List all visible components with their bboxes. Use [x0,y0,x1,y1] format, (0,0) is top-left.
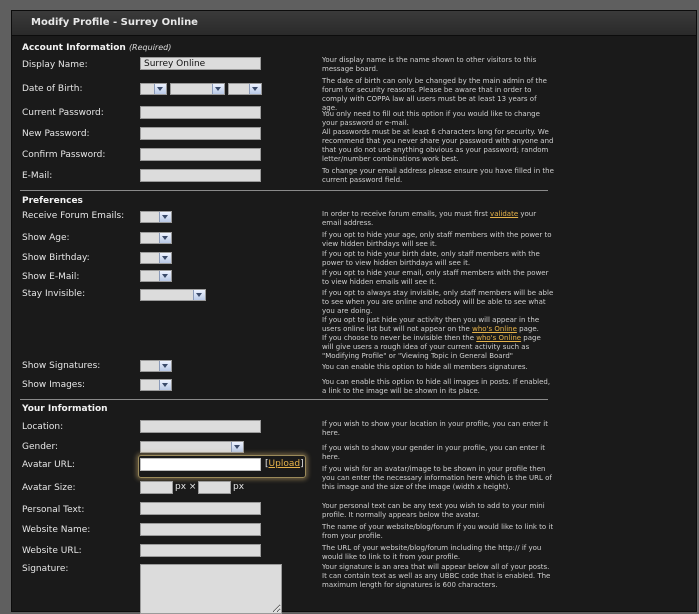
show-images-label: Show Images: [22,380,86,390]
website-url-input[interactable] [140,544,261,557]
upload-link[interactable]: Upload [269,459,301,469]
validate-link[interactable]: validate [490,210,518,218]
dob-day-select[interactable] [170,83,225,95]
dob-year-select[interactable] [228,83,262,95]
display-name-help: Your display name is the name shown to o… [322,56,537,73]
avatar-width-input[interactable] [140,481,173,494]
divider [20,190,548,191]
signature-textarea[interactable] [140,564,282,614]
whos-online-link-2[interactable]: who's Online [476,334,521,342]
website-url-help: The URL of your website/blog/forum inclu… [322,544,542,561]
email-help: To change your email address please ensu… [322,167,554,184]
dob-label: Date of Birth: [22,84,83,94]
receive-emails-help: In order to receive forum emails, you mu… [322,210,537,227]
new-password-label: New Password: [22,129,90,139]
gender-select[interactable] [140,441,244,453]
chevron-down-icon [159,233,171,243]
px-by-label: px × [175,482,197,492]
website-name-help: The name of your website/blog/forum if y… [322,523,554,540]
chevron-down-icon [159,212,171,222]
section-account-title: Account Information (Required) [22,43,172,53]
section-info-title: Your Information [22,404,108,414]
chevron-down-icon [193,290,205,300]
stay-invisible-select[interactable] [140,289,206,301]
px-label: px [233,482,245,492]
show-images-help: You can enable this option to hide all i… [322,378,551,395]
upload-control: [Upload] [265,459,304,469]
chevron-down-icon [159,253,171,263]
dob-month-select[interactable] [140,83,167,95]
receive-emails-label: Receive Forum Emails: [22,211,125,221]
current-password-input[interactable] [140,106,261,119]
required-note: (Required) [128,43,172,52]
section-preferences-title: Preferences [22,196,83,206]
profile-panel: Modify Profile - Surrey Online Account I… [11,10,697,614]
gender-label: Gender: [22,442,59,452]
signature-label: Signature: [22,564,69,574]
show-signatures-select[interactable] [140,360,172,372]
dob-help: The date of birth can only be changed by… [322,77,547,112]
website-name-input[interactable] [140,523,261,536]
gender-help: If you wish to show your gender in your … [322,444,545,461]
avatar-url-help: If you wish for an avatar/image to be sh… [322,465,552,491]
location-input[interactable] [140,420,261,433]
show-email-select[interactable] [140,270,172,282]
avatar-url-input[interactable] [140,458,261,471]
confirm-password-input[interactable] [140,148,261,161]
show-email-help: If you opt to hide your email, only staf… [322,269,549,286]
avatar-size-label: Avatar Size: [22,483,76,493]
stay-invisible-label: Stay Invisible: [22,289,86,299]
receive-emails-select[interactable] [140,211,172,223]
website-url-label: Website URL: [22,546,82,556]
location-label: Location: [22,422,64,432]
personal-text-label: Personal Text: [22,505,85,515]
chevron-down-icon [159,271,171,281]
divider [20,399,548,400]
show-age-label: Show Age: [22,233,70,243]
chevron-down-icon [249,84,261,94]
location-help: If you wish to show your location in you… [322,420,548,437]
confirm-password-label: Confirm Password: [22,150,106,160]
new-password-input[interactable] [140,127,261,140]
whos-online-link[interactable]: who's Online [472,325,517,333]
email-input[interactable] [140,169,261,182]
chevron-down-icon [154,84,166,94]
current-password-label: Current Password: [22,108,104,118]
avatar-height-input[interactable] [198,481,231,494]
signature-help: Your signature is an area that will appe… [322,563,551,589]
show-age-help: If you opt to hide your age, only staff … [322,231,552,248]
show-email-label: Show E-Mail: [22,272,80,282]
website-name-label: Website Name: [22,525,91,535]
show-signatures-help: You can enable this option to hide all m… [322,363,528,371]
chevron-down-icon [231,442,243,452]
stay-invisible-help: If you opt to always stay invisible, onl… [322,289,554,360]
show-age-select[interactable] [140,232,172,244]
display-name-input[interactable] [140,57,261,70]
current-password-help: You only need to fill out this option if… [322,110,540,127]
page-title: Modify Profile - Surrey Online [31,17,198,28]
chevron-down-icon [159,380,171,390]
email-label: E-Mail: [22,171,53,181]
new-password-help: All passwords must be at least 6 charact… [322,128,554,163]
show-birthday-help: If you opt to hide your birth date, only… [322,250,540,267]
display-name-label: Display Name: [22,60,88,70]
avatar-url-label: Avatar URL: [22,460,75,470]
chevron-down-icon [212,84,224,94]
show-birthday-select[interactable] [140,252,172,264]
personal-text-input[interactable] [140,502,261,515]
title-bar: Modify Profile - Surrey Online [12,11,696,36]
show-signatures-label: Show Signatures: [22,361,101,371]
show-birthday-label: Show Birthday: [22,253,90,263]
show-images-select[interactable] [140,379,172,391]
chevron-down-icon [159,361,171,371]
personal-text-help: Your personal text can be any text you w… [322,502,545,519]
